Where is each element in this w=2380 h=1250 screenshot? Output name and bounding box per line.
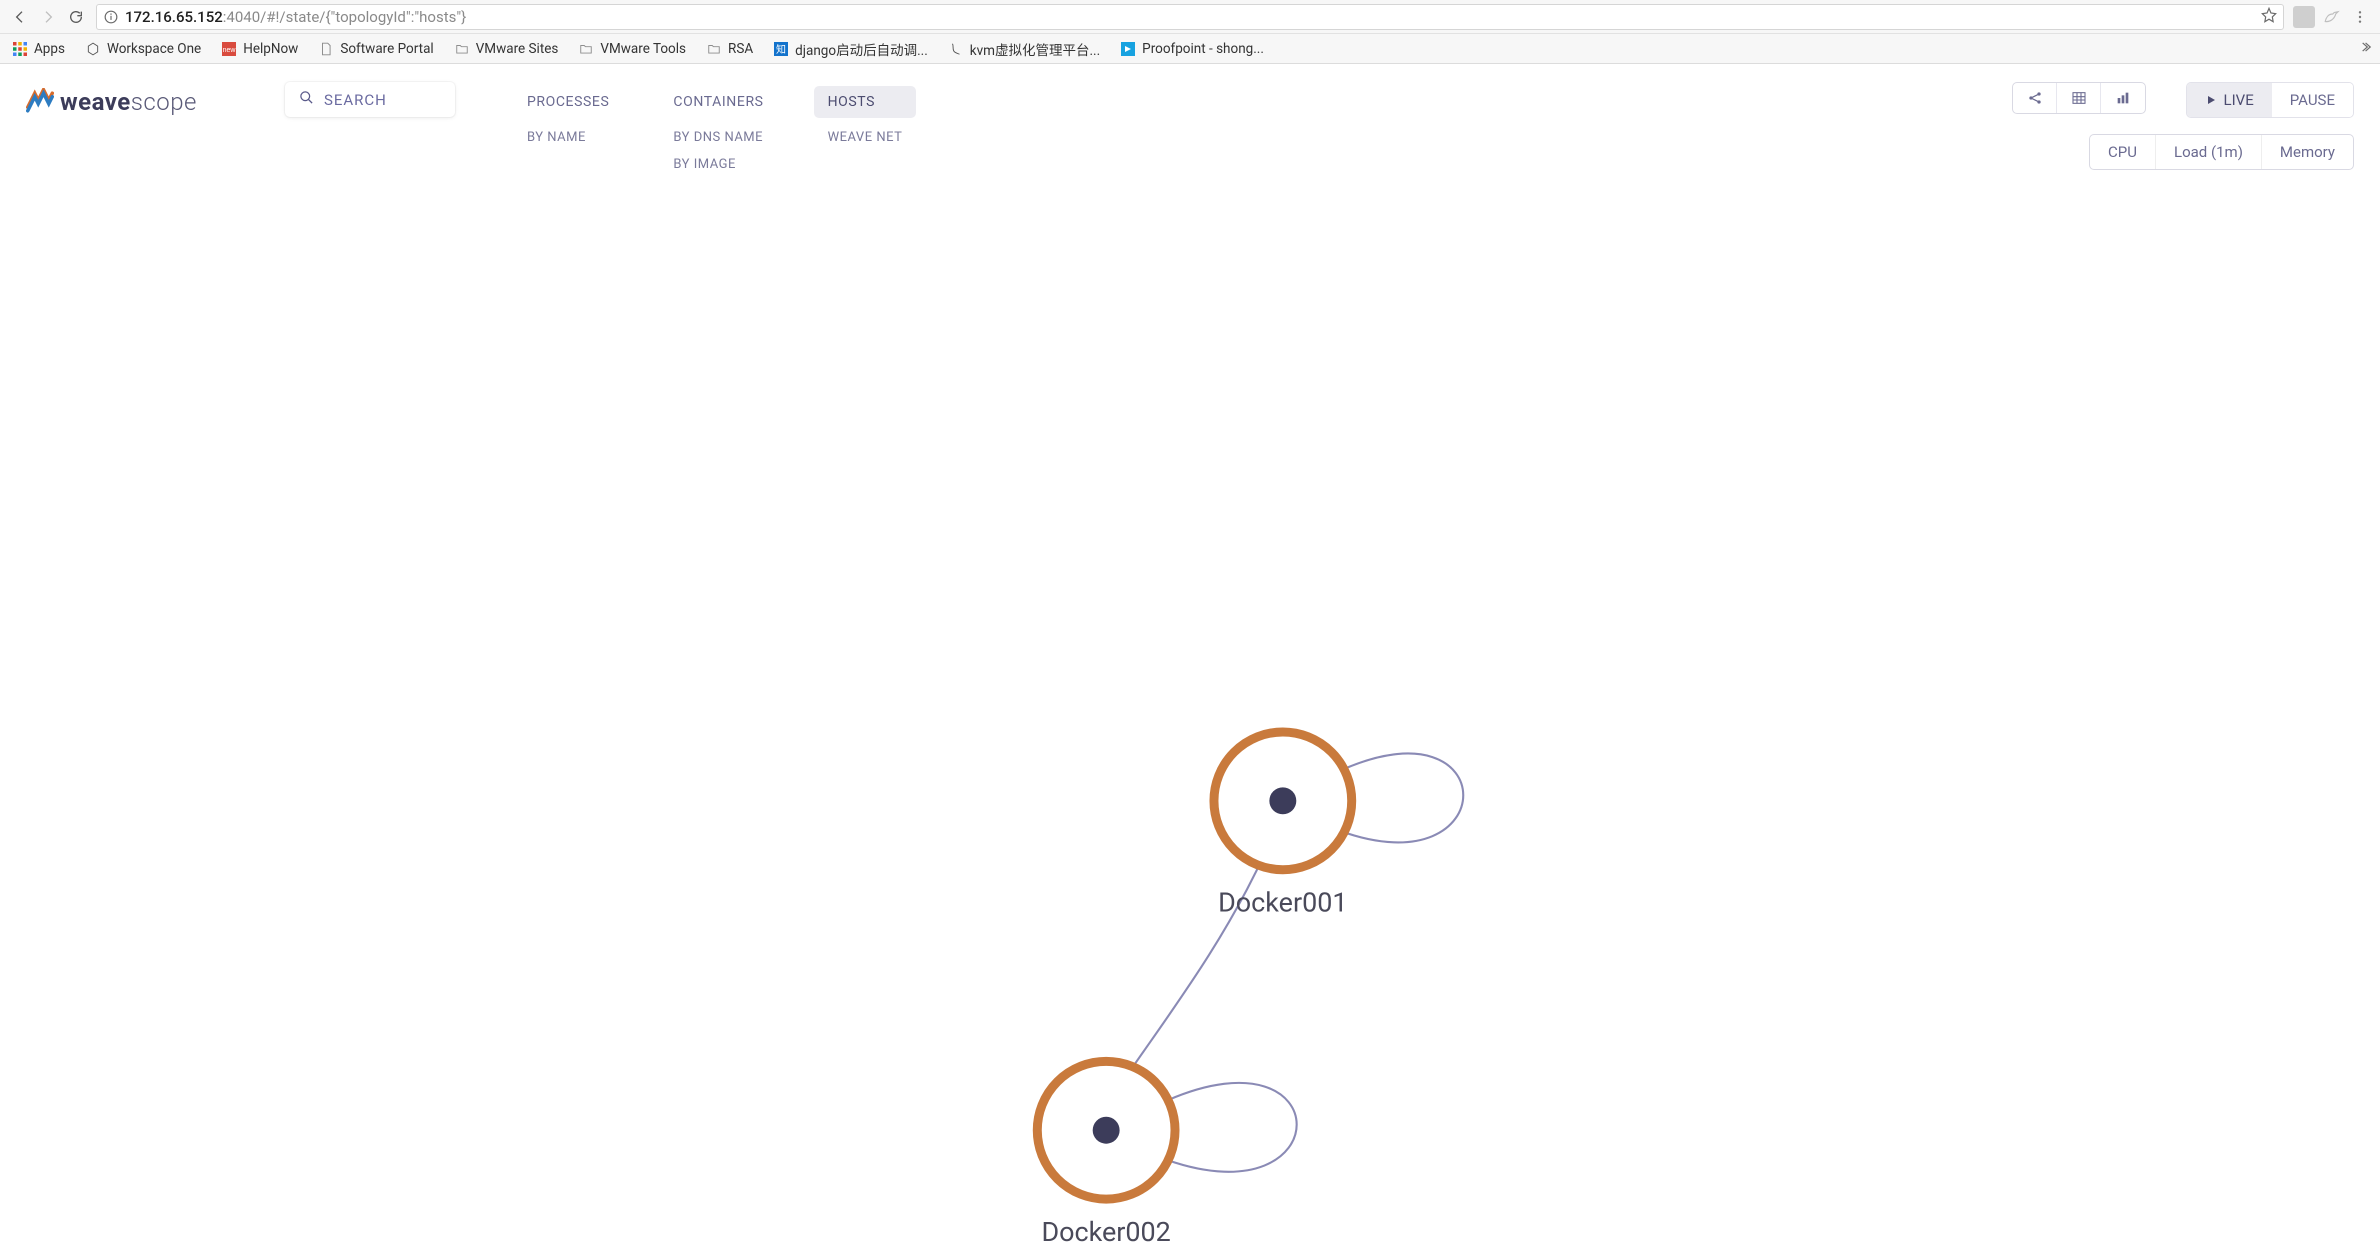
live-button[interactable]: LIVE — [2187, 83, 2271, 117]
bluearrow-icon — [1120, 41, 1136, 57]
url-text: 172.16.65.152:4040/#!/state/{"topologyId… — [125, 8, 466, 26]
bookmark-label: VMware Tools — [600, 41, 686, 57]
topology-containers-bydns[interactable]: BY DNS NAME — [659, 130, 777, 145]
bookmark-star-icon[interactable] — [2261, 7, 2277, 27]
view-graph-button[interactable] — [2013, 83, 2057, 113]
share-icon — [2027, 90, 2043, 106]
logo-mark-icon — [26, 88, 54, 116]
view-resources-button[interactable] — [2101, 83, 2145, 113]
bookmark-label: Software Portal — [340, 41, 433, 57]
folder-icon — [706, 41, 722, 57]
metric-load[interactable]: Load (1m) — [2156, 135, 2262, 169]
script-icon — [948, 41, 964, 57]
bookmark-vmware-tools[interactable]: VMware Tools — [574, 39, 690, 59]
play-icon — [2205, 94, 2217, 106]
svg-text:知: 知 — [776, 43, 786, 56]
bookmark-label: HelpNow — [243, 41, 298, 57]
pause-button[interactable]: PAUSE — [2272, 83, 2353, 117]
metric-memory[interactable]: Memory — [2262, 135, 2353, 169]
search-placeholder: SEARCH — [324, 91, 387, 109]
metric-cpu[interactable]: CPU — [2090, 135, 2156, 169]
bookmark-label: Workspace One — [107, 41, 201, 57]
bookmark-label: kvm虚拟化管理平台... — [970, 39, 1100, 59]
topology-canvas[interactable]: Docker001 Docker002 — [0, 172, 2380, 1250]
topology-col-containers: CONTAINERS BY DNS NAME BY IMAGE — [659, 86, 777, 172]
extension-icon[interactable] — [2293, 6, 2315, 28]
bookmark-workspace-one[interactable]: Workspace One — [81, 39, 205, 59]
bookmark-label: RSA — [728, 41, 753, 57]
bookmark-label: Apps — [34, 41, 65, 57]
time-control: LIVE PAUSE — [2186, 82, 2354, 118]
barchart-icon — [2115, 90, 2131, 106]
logo-text: weavescope — [60, 88, 197, 116]
bookmark-rsa[interactable]: RSA — [702, 39, 757, 59]
arrow-right-icon — [40, 9, 56, 25]
topology-containers-byimage[interactable]: BY IMAGE — [659, 157, 777, 172]
topology-hosts-weavenet[interactable]: WEAVE NET — [814, 130, 917, 145]
topology-nav: PROCESSES BY NAME CONTAINERS BY DNS NAME… — [513, 86, 916, 172]
right-controls: LIVE PAUSE CPU Load (1m) Memory — [2012, 82, 2354, 170]
view-table-button[interactable] — [2057, 83, 2101, 113]
forward-button[interactable] — [34, 3, 62, 31]
search-input[interactable]: SEARCH — [285, 82, 455, 117]
reload-icon — [68, 9, 84, 25]
bookmark-vmware-sites[interactable]: VMware Sites — [450, 39, 563, 59]
bookmarks-overflow-icon[interactable] — [2358, 40, 2372, 58]
table-icon — [2071, 90, 2087, 106]
arrow-left-icon — [12, 9, 28, 25]
folder-icon — [578, 41, 594, 57]
zhihu-icon: 知 — [773, 41, 789, 57]
topology-col-hosts: HOSTS WEAVE NET — [814, 86, 917, 172]
bookmarks-apps[interactable]: Apps — [8, 39, 69, 59]
omnibox[interactable]: 172.16.65.152:4040/#!/state/{"topologyId… — [96, 4, 2284, 30]
bookmark-software-portal[interactable]: Software Portal — [314, 39, 437, 59]
topology-hosts[interactable]: HOSTS — [814, 86, 917, 118]
topology-containers[interactable]: CONTAINERS — [659, 86, 777, 118]
new-badge-icon: new — [221, 41, 237, 57]
bookmark-django[interactable]: 知 django启动后自动调... — [769, 37, 932, 61]
bookmark-kvm[interactable]: kvm虚拟化管理平台... — [944, 37, 1104, 61]
topology-processes-byname[interactable]: BY NAME — [513, 130, 623, 145]
node-docker001-label: Docker001 — [1218, 887, 1347, 919]
bookmark-label: VMware Sites — [476, 41, 559, 57]
bookmark-label: django启动后自动调... — [795, 39, 928, 59]
search-icon — [299, 90, 314, 109]
hexagon-icon — [85, 41, 101, 57]
folder-icon — [454, 41, 470, 57]
app-toolbar: weavescope SEARCH PROCESSES BY NAME CONT… — [0, 64, 2380, 172]
reload-button[interactable] — [62, 3, 90, 31]
browser-toolbar: 172.16.65.152:4040/#!/state/{"topologyId… — [0, 0, 2380, 34]
live-label: LIVE — [2223, 91, 2253, 109]
metric-selector: CPU Load (1m) Memory — [2089, 134, 2354, 170]
kebab-menu-icon[interactable] — [2346, 3, 2374, 31]
selfloop-docker001 — [1340, 753, 1464, 842]
pause-label: PAUSE — [2290, 91, 2335, 109]
bookmark-proofpoint[interactable]: Proofpoint - shong... — [1116, 39, 1268, 59]
site-info-icon[interactable] — [103, 9, 119, 25]
back-button[interactable] — [6, 3, 34, 31]
view-mode-toggle — [2012, 82, 2146, 114]
selfloop-docker002 — [1168, 1083, 1297, 1172]
svg-text:new: new — [223, 47, 236, 54]
node-docker001[interactable]: Docker001 — [1214, 732, 1352, 919]
apps-icon — [12, 41, 28, 57]
page-icon — [318, 41, 334, 57]
bookmark-label: Proofpoint - shong... — [1142, 41, 1264, 57]
topology-processes[interactable]: PROCESSES — [513, 86, 623, 118]
topology-col-processes: PROCESSES BY NAME — [513, 86, 623, 172]
logo[interactable]: weavescope — [26, 88, 197, 116]
bookmarks-bar: Apps Workspace One new HelpNow Software … — [0, 34, 2380, 64]
weavescope-app: weavescope SEARCH PROCESSES BY NAME CONT… — [0, 64, 2380, 1250]
node-docker002[interactable]: Docker002 — [1037, 1061, 1175, 1248]
node-docker002-label: Docker002 — [1041, 1216, 1170, 1248]
bookmark-helpnow[interactable]: new HelpNow — [217, 39, 302, 59]
extension-bird-icon[interactable] — [2318, 3, 2346, 31]
